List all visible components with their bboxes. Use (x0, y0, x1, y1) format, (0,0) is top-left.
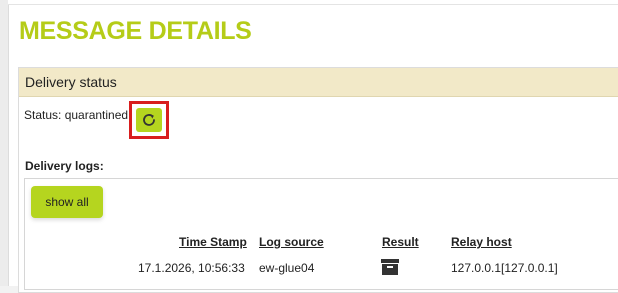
row-timestamp: 17.1.2026, 10:56:33 (138, 261, 245, 275)
column-header-log-source[interactable]: Log source (259, 235, 324, 249)
refresh-highlight (129, 101, 169, 139)
delivery-logs-box: show all Time Stamp Log source Result Re… (24, 178, 618, 290)
sidebar-edge (0, 0, 8, 286)
row-log-source: ew-glue04 (259, 261, 315, 275)
panel-header: Delivery status (19, 68, 618, 97)
refresh-icon (143, 114, 155, 126)
archive-icon (381, 259, 399, 275)
column-header-relay-host[interactable]: Relay host (451, 235, 512, 249)
refresh-button[interactable] (136, 108, 162, 132)
column-header-result[interactable]: Result (382, 235, 419, 249)
delivery-logs-label: Delivery logs: (25, 159, 104, 173)
show-all-button[interactable]: show all (31, 186, 103, 218)
main-content: MESSAGE DETAILS Delivery status Status: … (8, 5, 618, 293)
row-relay-host: 127.0.0.1[127.0.0.1] (451, 261, 558, 275)
column-header-time-stamp[interactable]: Time Stamp (179, 235, 247, 249)
status-label: Status: quarantined (24, 108, 129, 122)
page-title: MESSAGE DETAILS (19, 17, 252, 45)
delivery-status-panel: Delivery status Status: quarantined Deli… (18, 67, 618, 293)
